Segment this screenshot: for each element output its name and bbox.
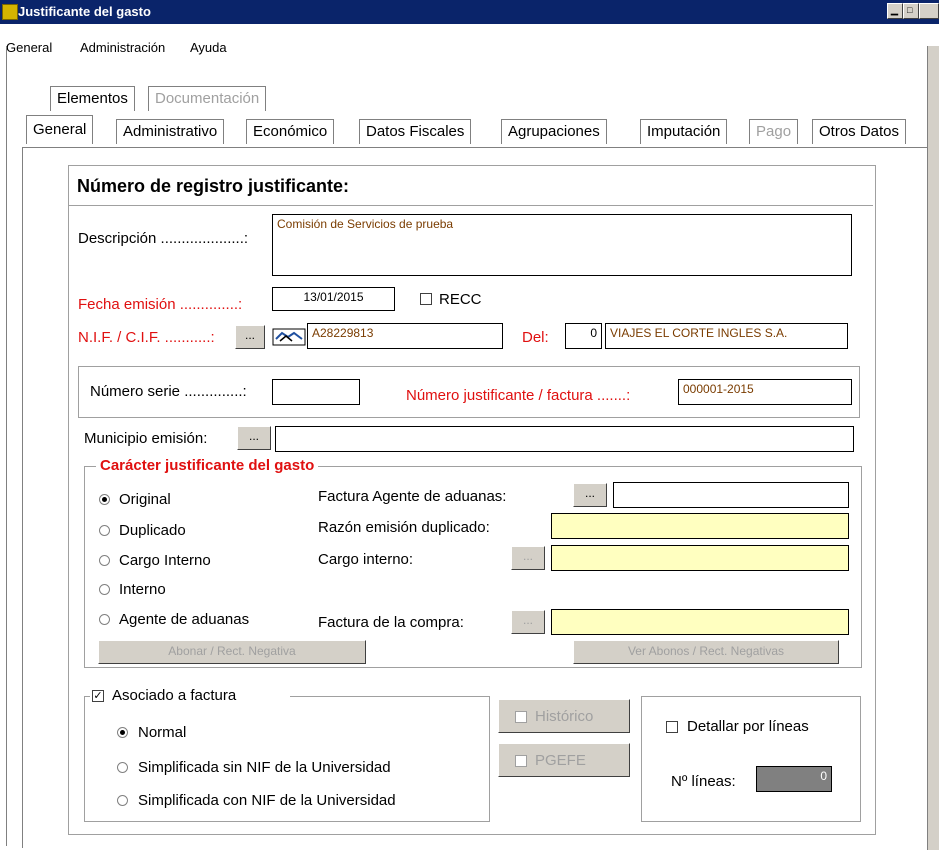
tab-elementos-label: Elementos — [57, 90, 128, 107]
tab-general[interactable]: General — [26, 115, 94, 144]
tab-agrupaciones[interactable]: Agrupaciones — [501, 119, 607, 144]
radio-interno-label: Interno — [119, 581, 166, 598]
numero-serie-label: Número serie ..............: — [90, 383, 247, 400]
tab-administrativo-label: Administrativo — [123, 123, 218, 140]
fecha-emision-label: Fecha emisión ..............: — [78, 296, 243, 313]
municipio-field[interactable] — [275, 426, 854, 452]
close-button[interactable] — [919, 3, 939, 19]
menu-ayuda[interactable]: Ayuda — [190, 40, 227, 55]
tab-documentacion-label: Documentación — [155, 90, 260, 107]
detallar-checkbox[interactable] — [666, 721, 678, 733]
tab-agrupaciones-label: Agrupaciones — [508, 123, 600, 140]
minimize-button[interactable]: ▁ — [887, 3, 903, 19]
tab-economico-label: Económico — [253, 123, 328, 140]
historico-toggle[interactable]: Histórico — [498, 699, 630, 733]
minimize-icon: ▁ — [891, 5, 898, 15]
radio-agente-aduanas[interactable] — [99, 614, 110, 625]
historico-label: Histórico — [535, 708, 594, 725]
radio-original-label: Original — [119, 491, 171, 508]
radio-cargo-interno-label: Cargo Interno — [119, 552, 211, 569]
nif-search-button[interactable]: ... — [235, 325, 265, 349]
app-icon — [2, 4, 18, 20]
municipio-search-button[interactable]: ... — [237, 426, 271, 450]
factura-compra-field[interactable] — [551, 609, 849, 635]
razon-duplicado-field[interactable] — [551, 513, 849, 539]
del-field[interactable]: 0 — [565, 323, 602, 349]
del-label: Del: — [522, 329, 549, 346]
descripcion-label: Descripción ....................: — [78, 230, 249, 247]
numero-serie-field[interactable] — [272, 379, 360, 405]
vertical-scrollbar[interactable] — [927, 46, 939, 850]
nif-field[interactable]: A28229813 — [307, 323, 503, 349]
left-border — [6, 46, 7, 846]
menu-general[interactable]: General — [6, 40, 52, 55]
radio-duplicado[interactable] — [99, 525, 110, 536]
title-bar: Justificante del gasto ▁ □ — [0, 0, 939, 24]
tab-pago[interactable]: Pago — [749, 119, 799, 144]
handshake-icon[interactable] — [272, 325, 306, 349]
factura-compra-label: Factura de la compra: — [318, 614, 464, 631]
tab-documentacion[interactable]: Documentación — [148, 86, 267, 111]
pgefe-checkbox — [515, 755, 527, 767]
factura-agente-label: Factura Agente de aduanas: — [318, 488, 507, 505]
municipio-label: Municipio emisión: — [84, 430, 208, 447]
factura-agente-field[interactable] — [613, 482, 849, 508]
menu-administracion[interactable]: Administración — [80, 40, 165, 55]
razon-social-field[interactable]: VIAJES EL CORTE INGLES S.A. — [605, 323, 848, 349]
cargo-interno-field[interactable] — [551, 545, 849, 571]
radio-duplicado-label: Duplicado — [119, 522, 186, 539]
tab-pago-label: Pago — [756, 123, 792, 140]
header-divider — [69, 205, 873, 206]
detallar-label: Detallar por líneas — [687, 718, 809, 735]
numero-justificante-field[interactable]: 000001-2015 — [678, 379, 852, 405]
radio-cargo-interno[interactable] — [99, 555, 110, 566]
abonar-button[interactable]: Abonar / Rect. Negativa — [98, 640, 366, 664]
radio-simplificada-sin-nif[interactable] — [117, 762, 128, 773]
tab-elementos[interactable]: Elementos — [50, 86, 135, 111]
asociado-checkbox[interactable]: ✓ — [92, 690, 104, 702]
factura-agente-button[interactable]: ... — [573, 483, 607, 507]
nlineas-label: Nº líneas: — [671, 773, 736, 790]
maximize-button[interactable]: □ — [903, 3, 919, 19]
cargo-interno-button[interactable]: ... — [511, 546, 545, 570]
tab-general-label: General — [33, 121, 87, 138]
detalle-groupbox — [641, 696, 861, 822]
recc-label: RECC — [439, 291, 482, 308]
pgefe-toggle[interactable]: PGEFE — [498, 743, 630, 777]
nif-label: N.I.F. / C.I.F. ...........: — [78, 329, 215, 346]
tab-datos-fiscales[interactable]: Datos Fiscales — [359, 119, 472, 144]
recc-checkbox[interactable] — [420, 293, 432, 305]
radio-simplificada-sin-nif-label: Simplificada sin NIF de la Universidad — [138, 759, 391, 776]
radio-interno[interactable] — [99, 584, 110, 595]
radio-simplificada-con-nif[interactable] — [117, 795, 128, 806]
tab-administrativo[interactable]: Administrativo — [116, 119, 225, 144]
fecha-emision-field[interactable]: 13/01/2015 — [272, 287, 395, 311]
numero-justificante-label: Número justificante / factura .......: — [406, 387, 631, 404]
radio-simplificada-con-nif-label: Simplificada con NIF de la Universidad — [138, 792, 396, 809]
tab-imputacion[interactable]: Imputación — [640, 119, 728, 144]
descripcion-field[interactable]: Comisión de Servicios de prueba — [272, 214, 852, 276]
razon-duplicado-label: Razón emisión duplicado: — [318, 519, 490, 536]
asociado-label: Asociado a factura — [112, 687, 237, 704]
radio-agente-aduanas-label: Agente de aduanas — [119, 611, 250, 628]
radio-normal-label: Normal — [138, 724, 187, 741]
maximize-icon: □ — [907, 5, 913, 15]
cargo-interno-label: Cargo interno: — [318, 551, 414, 568]
tab-economico[interactable]: Económico — [246, 119, 335, 144]
factura-compra-button[interactable]: ... — [511, 610, 545, 634]
tab-imputacion-label: Imputación — [647, 123, 721, 140]
historico-checkbox — [515, 711, 527, 723]
tab-otros-datos-label: Otros Datos — [819, 123, 900, 140]
radio-original[interactable] — [99, 494, 110, 505]
ver-abonos-button[interactable]: Ver Abonos / Rect. Negativas — [573, 640, 839, 664]
window-title: Justificante del gasto — [18, 4, 151, 19]
pgefe-label: PGEFE — [535, 752, 586, 769]
page-title: Número de registro justificante: — [77, 176, 350, 196]
caracter-title: Carácter justificante del gasto — [96, 457, 319, 474]
radio-normal[interactable] — [117, 727, 128, 738]
tab-otros-datos[interactable]: Otros Datos — [812, 119, 907, 144]
nlineas-field[interactable]: 0 — [756, 766, 832, 792]
tab-datos-fiscales-label: Datos Fiscales — [366, 123, 465, 140]
